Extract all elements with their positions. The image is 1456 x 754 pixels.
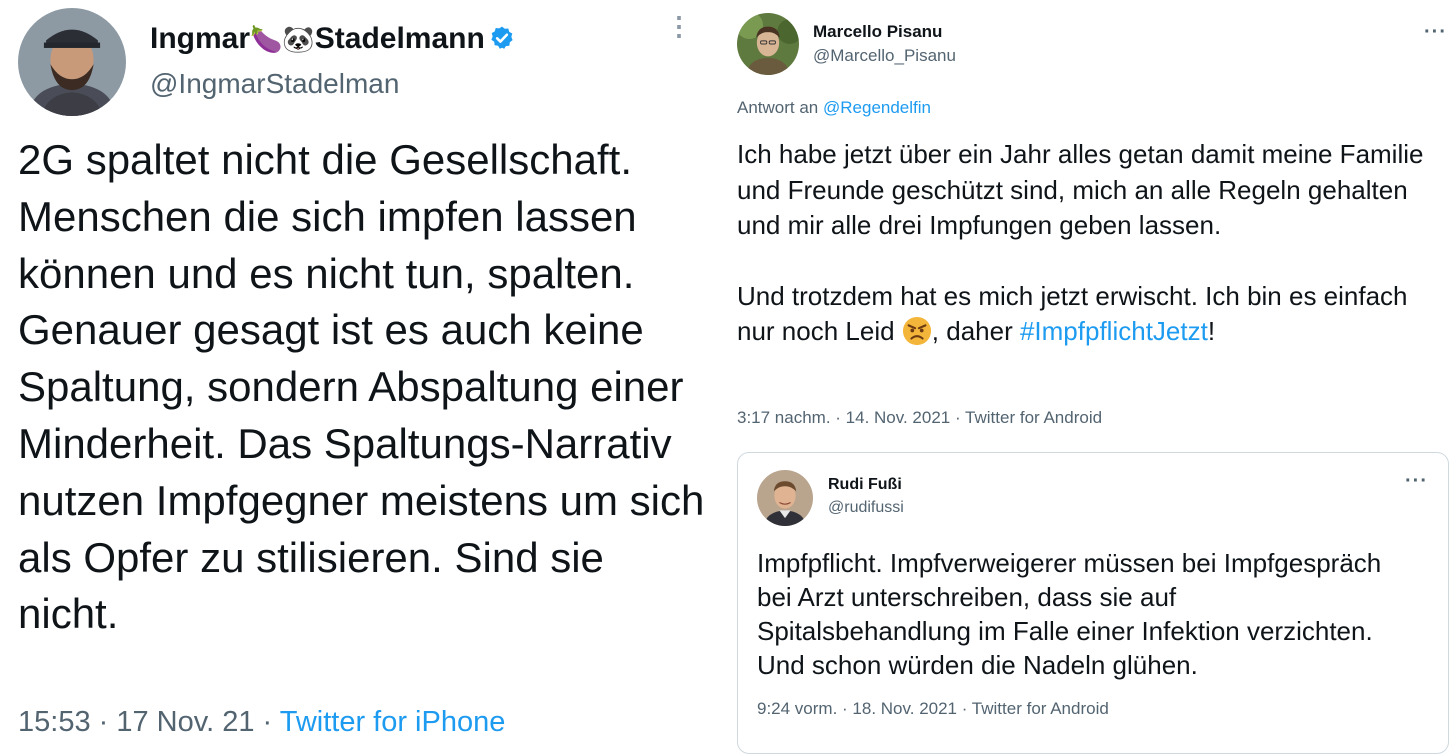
profile-photo: [18, 8, 126, 116]
tweet-text-line: bei Arzt unterschreiben, dass sie auf: [757, 582, 1177, 612]
profile-photo: [737, 13, 799, 75]
user-handle[interactable]: @IngmarStadelman: [150, 68, 399, 100]
tweet-text-line: Impfpflicht. Impfverweigerer müssen bei …: [757, 548, 1382, 578]
tweet-text-segment: !: [1207, 316, 1216, 346]
display-name[interactable]: Marcello Pisanu: [813, 22, 942, 42]
more-options-icon[interactable]: ⋮: [666, 13, 692, 39]
display-name[interactable]: Rudi Fußi: [828, 476, 902, 494]
display-name[interactable]: Ingmar🍆🐼Stadelmann: [150, 22, 515, 56]
more-options-icon[interactable]: ···: [1405, 470, 1428, 493]
display-name-last: Stadelmann: [314, 22, 485, 55]
user-handle[interactable]: @rudifussi: [828, 499, 904, 517]
angry-face-icon: [902, 316, 932, 346]
tweet-metadata: 15:53 · 17 Nov. 21 · Twitter for iPhone: [18, 706, 505, 739]
verified-badge-icon: [489, 25, 515, 51]
tweet-text-line: Spitalsbehandlung im Falle einer Infekti…: [757, 616, 1373, 646]
tweet-metadata[interactable]: 9:24 vorm. · 18. Nov. 2021 · Twitter for…: [757, 699, 1109, 719]
user-handle[interactable]: @Marcello_Pisanu: [813, 46, 956, 66]
tweet-text: Impfpflicht. Impfverweigerer müssen bei …: [757, 546, 1437, 682]
reply-context: Antwort an @Regendelfin: [737, 98, 931, 118]
reply-mention-link[interactable]: @Regendelfin: [823, 98, 931, 117]
tweet-metadata[interactable]: 3:17 nachm. · 14. Nov. 2021 · Twitter fo…: [737, 408, 1102, 428]
more-options-icon[interactable]: ···: [1424, 21, 1447, 44]
tweet-paragraph: Ich habe jetzt über ein Jahr alles getan…: [737, 139, 1424, 240]
avatar[interactable]: [737, 13, 799, 75]
tweet-text-segment: , daher: [931, 316, 1020, 346]
tweet-source-link[interactable]: Twitter for iPhone: [280, 706, 506, 738]
display-name-first: Ingmar: [150, 22, 251, 55]
tweet-text-line: Und schon würden die Nadeln glühen.: [757, 650, 1198, 680]
tweet-paragraph: Und trotzdem hat es mich jetzt erwischt.…: [737, 279, 1437, 350]
avatar[interactable]: [757, 470, 813, 526]
tweet-text: Ich habe jetzt über ein Jahr alles getan…: [737, 137, 1437, 350]
tweet-text: 2G spaltet nicht die Gesellschaft. Mensc…: [18, 136, 705, 638]
tweet-timestamp[interactable]: 15:53 · 17 Nov. 21 ·: [18, 706, 280, 738]
profile-photo: [757, 470, 813, 526]
name-emoji: 🍆🐼: [250, 25, 315, 55]
avatar[interactable]: [18, 8, 126, 116]
reply-prefix: Antwort an: [737, 98, 823, 117]
hashtag-link[interactable]: #ImpfpflichtJetzt: [1020, 316, 1208, 346]
